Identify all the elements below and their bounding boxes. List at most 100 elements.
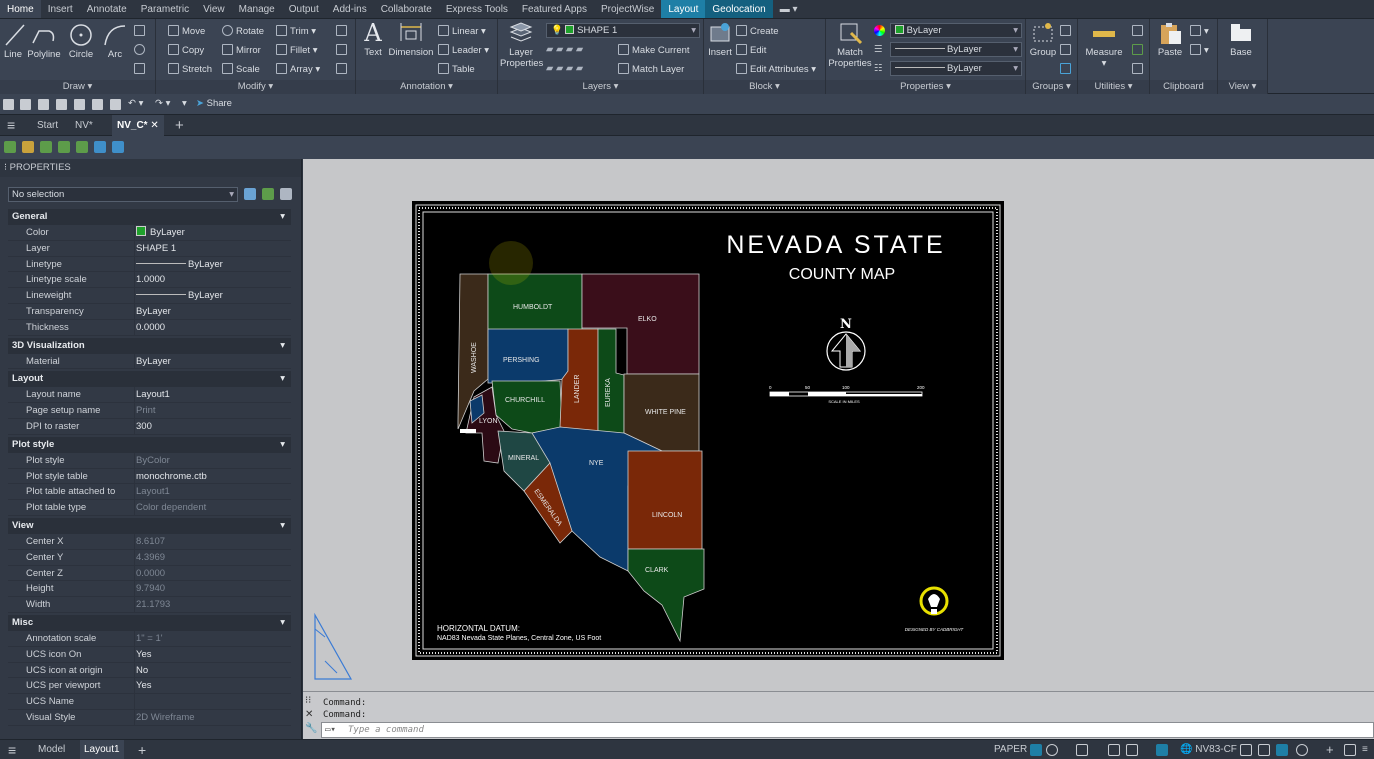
prop-row-height[interactable]: Height 9.7940 [8,581,291,598]
tab-nv-c[interactable]: NV_C* ✕ [112,115,164,136]
select-objects-icon[interactable] [262,188,274,200]
annotation-monitor-icon[interactable]: + [1322,740,1338,759]
selection-dropdown[interactable]: No selection [8,187,238,202]
layout-menu-icon[interactable]: ≡ [4,740,20,759]
tab-start[interactable]: Start [32,115,63,136]
section-layout[interactable]: Layout [8,371,291,388]
prop-row-center-z[interactable]: Center Z 0.0000 [8,565,291,582]
base-button[interactable]: Base [1226,21,1256,58]
undo-icon[interactable]: ↶ ▾ [128,98,143,110]
annotation-panel-title[interactable]: Annotation ▾ [356,80,497,94]
gradient-button[interactable] [134,63,148,75]
group-select-button[interactable] [1060,63,1074,75]
tab-insert[interactable]: Insert [41,0,80,18]
tab-parametric[interactable]: Parametric [134,0,196,18]
osnap-icon[interactable] [1126,744,1138,756]
color-dropdown[interactable]: ByLayer [890,23,1022,38]
array-button[interactable]: Array ▾ [276,63,320,75]
calculator-button[interactable] [1132,63,1146,75]
workspace-toggle-icon[interactable]: ▬ ▾ [773,0,805,18]
prop-row-visual-style[interactable]: Visual Style 2D Wireframe [8,709,291,726]
text-button[interactable]: A Text [360,21,386,58]
insert-button[interactable]: Insert [706,21,734,58]
view-panel-title[interactable]: View ▾ [1218,80,1267,94]
offset-button[interactable] [336,63,350,75]
prop-row-ucs-name[interactable]: UCS Name [8,694,291,710]
prop-row-color[interactable]: Color ByLayer [8,225,291,241]
snap-icon[interactable] [1046,744,1058,756]
edit-attributes-button[interactable]: Edit Attributes ▾ [736,63,816,75]
copy-clip-button[interactable]: ▾ [1190,44,1209,56]
coordinate-system[interactable]: 🌐 NV83-CF [1176,740,1241,759]
auto-scale-icon[interactable] [1276,744,1288,756]
clipboard-panel-title[interactable]: Clipboard [1150,80,1217,94]
create-block-button[interactable]: Create [736,25,779,37]
tab-model[interactable]: Model [34,740,69,759]
quick-select-button[interactable] [1132,25,1146,37]
section-misc[interactable]: Misc [8,614,291,631]
table-button[interactable]: Table [438,63,475,75]
polar-icon[interactable] [1108,744,1120,756]
layer-tool-row-1[interactable]: ▰ ▰ ▰ ▰ [546,44,583,56]
viewport-scale-icon[interactable] [1240,744,1252,756]
layer-properties-button[interactable]: Layer Properties [500,21,543,69]
tab-annotate[interactable]: Annotate [80,0,134,18]
share-button[interactable]: ➤ Share [196,98,232,110]
prop-row-layout-name[interactable]: Layout name Layout1 [8,387,291,404]
command-input[interactable]: ▭▾ Type a command [321,722,1374,738]
arc-button[interactable]: Arc [100,23,130,60]
prop-row-lineweight[interactable]: Lineweight ByLayer [8,288,291,304]
layer-tool-6-icon[interactable] [94,141,106,153]
customize-qat-icon[interactable]: ▾ [182,98,187,110]
tab-add-ins[interactable]: Add-ins [326,0,374,18]
prop-row-plot-table-attached[interactable]: Plot table attached to Layout1 [8,484,291,501]
layout-sheet[interactable]: HUMBOLDT ELKO WASHOE PERSHING CHURCHILL … [412,201,1004,660]
make-current-button[interactable]: Make Current [618,44,690,56]
toggle-pickadd-icon[interactable] [244,188,256,200]
paste-button[interactable]: Paste [1156,21,1184,58]
tab-view[interactable]: View [196,0,232,18]
stretch-button[interactable]: Stretch [168,63,212,75]
prop-row-thickness[interactable]: Thickness 0.0000 [8,319,291,336]
properties-panel-title[interactable]: Properties ▾ [826,80,1025,94]
rectangle-button[interactable] [134,25,148,37]
new-tab-icon[interactable]: + [170,115,189,136]
layer-tool-5-icon[interactable] [76,141,88,153]
fillet-button[interactable]: Fillet ▾ [276,44,317,56]
tab-nv[interactable]: NV* [70,115,98,136]
plot-icon[interactable] [110,99,121,110]
open-icon[interactable] [20,99,31,110]
ortho-icon[interactable] [1076,744,1088,756]
tab-output[interactable]: Output [282,0,326,18]
dimension-button[interactable]: Dimension [388,21,434,58]
annotation-visibility-icon[interactable] [1258,744,1270,756]
prop-row-width[interactable]: Width 21.1793 [8,597,291,613]
ungroup-button[interactable] [1060,25,1074,37]
workspace-gear-icon[interactable] [1296,744,1308,756]
scale-button[interactable]: Scale [222,63,260,75]
county-churchill[interactable] [491,380,563,434]
mirror-button[interactable]: Mirror [222,44,261,56]
edit-block-button[interactable]: Edit [736,44,766,56]
match-layer-button[interactable]: Match Layer [618,63,684,75]
erase-button[interactable] [336,25,350,37]
linear-button[interactable]: Linear ▾ [438,25,486,37]
tab-manage[interactable]: Manage [232,0,282,18]
command-grip[interactable]: ⁝⁝ ✕ 🔧 [305,694,319,738]
tab-geolocation[interactable]: Geolocation [705,0,773,18]
prop-row-ucs-icon-on[interactable]: UCS icon On Yes [8,646,291,663]
file-menu-icon[interactable]: ≡ [2,115,20,136]
block-panel-title[interactable]: Block ▾ [704,80,825,94]
prop-row-material[interactable]: Material ByLayer [8,353,291,370]
line-button[interactable]: Line [2,23,25,60]
layer-tool-1-icon[interactable] [4,141,16,153]
copy-button[interactable]: Copy [168,44,204,56]
command-recent-icon[interactable]: ▭▾ [325,723,336,737]
publish-icon[interactable] [92,99,103,110]
prop-row-center-y[interactable]: Center Y 4.3969 [8,549,291,566]
prop-row-dpi[interactable]: DPI to raster 300 [8,418,291,435]
measure-button[interactable]: Measure ▾ [1084,21,1124,69]
paper-space-button[interactable]: PAPER [990,740,1031,759]
section-plot-style[interactable]: Plot style [8,436,291,453]
prop-row-plot-table-type[interactable]: Plot table type Color dependent [8,500,291,516]
